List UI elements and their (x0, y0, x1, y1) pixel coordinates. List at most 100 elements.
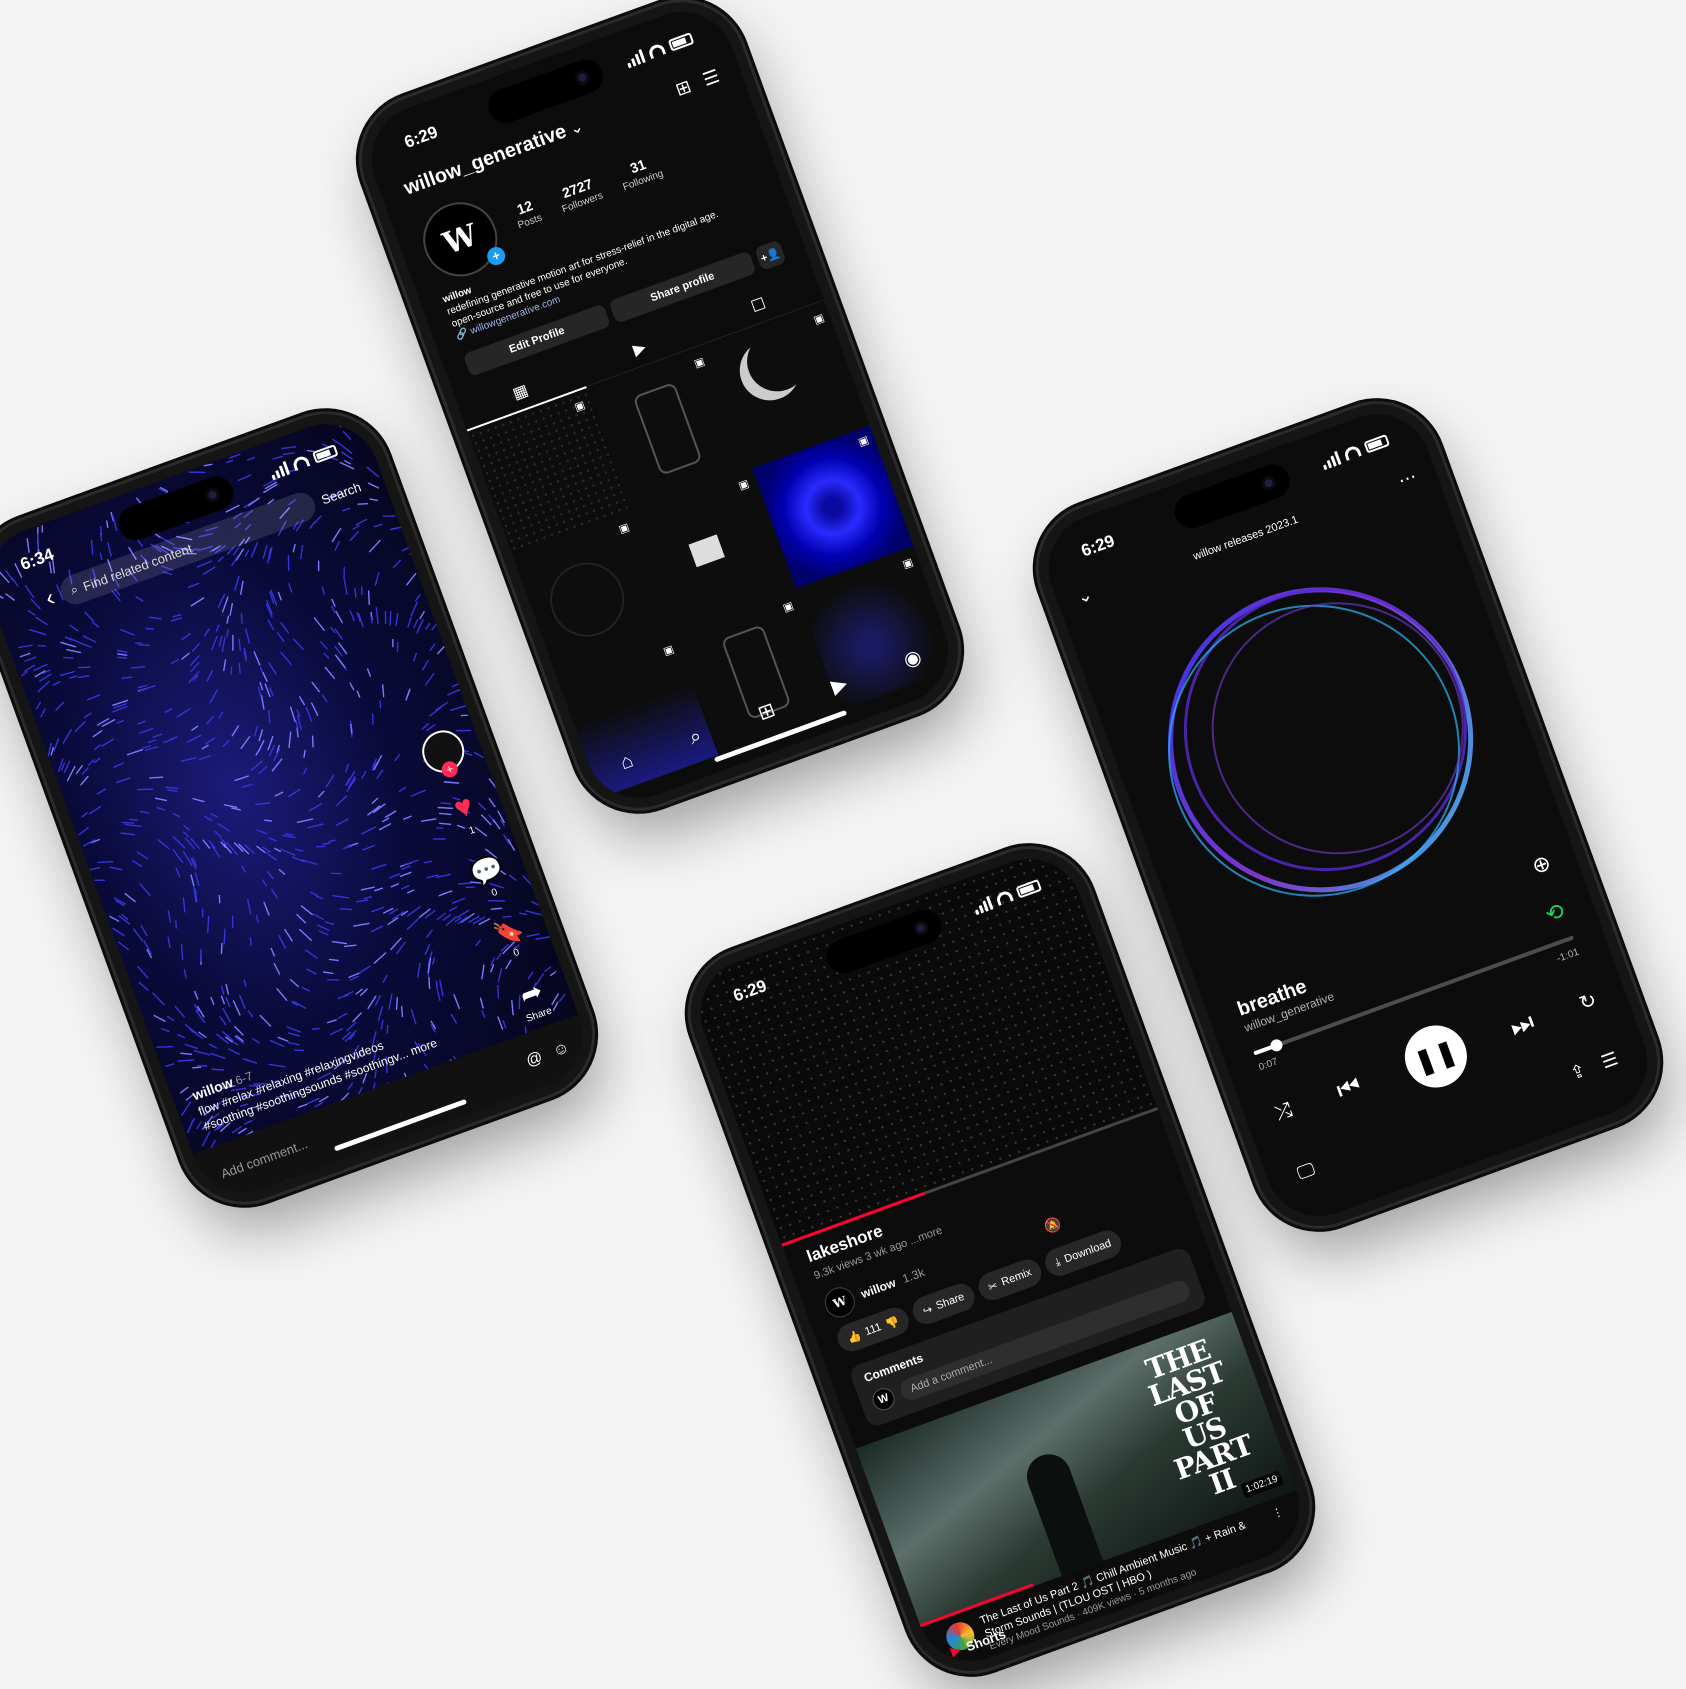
flow-streak (395, 997, 399, 1010)
flow-streak (328, 958, 339, 962)
add-story-icon[interactable]: + (484, 244, 508, 268)
flow-streak (297, 1103, 308, 1109)
flow-streak (428, 976, 431, 990)
channel-avatar[interactable]: W (820, 1283, 860, 1322)
create-post-icon[interactable]: ⊞ (673, 76, 694, 101)
flow-streak (401, 865, 411, 870)
flow-streak (420, 818, 437, 822)
flow-streak (303, 767, 308, 775)
flow-streak (181, 633, 191, 640)
flow-streak (442, 914, 452, 921)
collapse-chevron-icon[interactable]: ⌄ (1074, 584, 1095, 609)
shuffle-icon[interactable]: ⤮ (1272, 1098, 1295, 1125)
flow-streak (174, 1005, 185, 1018)
flow-streak (27, 609, 36, 616)
search-button[interactable]: Search (319, 479, 363, 507)
video-player[interactable] (685, 843, 1158, 1244)
chevron-down-icon[interactable]: ⌄ (567, 118, 585, 139)
flow-streak (139, 883, 151, 897)
elapsed-time: 0:07 (1257, 1056, 1280, 1074)
flow-streak (278, 934, 287, 949)
pause-button[interactable]: ❚❚ (1395, 1016, 1476, 1097)
reel-icon: ▣ (572, 399, 587, 414)
heart-icon[interactable]: ♥ (450, 789, 478, 827)
emoji-icon[interactable]: ☺ (551, 1039, 573, 1062)
comment-icon[interactable]: 💬 (466, 851, 507, 891)
flow-streak (258, 740, 265, 752)
devices-icon[interactable]: 🖵 (1294, 1159, 1317, 1185)
queue-icon[interactable]: ☰ (1599, 1048, 1621, 1073)
search-icon[interactable]: ⌕ (686, 725, 704, 750)
next-icon[interactable]: ⏭ (1506, 1006, 1539, 1044)
menu-icon[interactable]: ☰ (700, 66, 722, 91)
device-connect-icon[interactable]: ⟲ (1542, 898, 1568, 929)
followers-stat[interactable]: 2727 Followers (555, 174, 605, 217)
flow-streak (481, 964, 485, 980)
flow-streak (81, 811, 88, 818)
share-icon[interactable]: ⇪ (1568, 1060, 1589, 1085)
flow-streak (338, 416, 346, 425)
flow-streak (389, 610, 392, 626)
bookmark-icon[interactable]: 🔖 (490, 914, 528, 951)
share-icon[interactable]: ➦ (516, 975, 547, 1012)
flow-streak (225, 504, 240, 513)
flow-streak (320, 641, 328, 650)
flow-streak (370, 925, 383, 933)
flow-streak (232, 1000, 241, 1016)
shorts-icon: ▶ (948, 1641, 964, 1659)
wifi-icon (1342, 444, 1362, 462)
posts-stat[interactable]: 12 Posts (511, 196, 545, 233)
flow-streak (84, 611, 95, 622)
flow-streak (263, 819, 273, 822)
flow-streak (382, 515, 396, 517)
flow-streak (52, 680, 61, 686)
flow-streak (392, 638, 394, 648)
flow-streak (318, 1095, 329, 1103)
reel-icon: ▣ (901, 556, 915, 572)
flow-streak (363, 896, 372, 900)
flow-streak (281, 834, 296, 839)
flow-streak (19, 652, 31, 658)
flow-streak (325, 774, 335, 788)
flow-streak (335, 795, 348, 807)
thumbs-down-icon[interactable]: 👎 (884, 1314, 901, 1331)
at-icon[interactable]: @ (524, 1049, 545, 1071)
home-icon[interactable]: ⌂ (617, 749, 636, 775)
flow-streak (335, 654, 346, 669)
flow-streak (81, 767, 89, 775)
add-person-icon[interactable]: +👤 (754, 239, 787, 271)
flow-streak (243, 650, 247, 662)
remix-icon: ✂ (986, 1279, 1000, 1294)
flow-streak (289, 978, 299, 988)
flow-streak (139, 685, 156, 692)
flow-streak (281, 446, 297, 450)
flow-streak (367, 482, 380, 489)
repeat-icon[interactable]: ↻ (1576, 987, 1600, 1016)
flow-streak (78, 666, 91, 669)
notification-bell-icon[interactable]: 🔕 (1041, 1214, 1063, 1236)
flow-streak (116, 720, 124, 724)
flow-streak (437, 643, 448, 655)
grid-icon: ▦ (510, 381, 531, 403)
battery-icon (1015, 879, 1043, 899)
flow-streak (447, 689, 460, 696)
flow-streak (343, 578, 348, 596)
flow-streak (241, 783, 253, 788)
flow-streak (18, 644, 33, 649)
previous-icon[interactable]: ⏮ (1332, 1069, 1365, 1107)
flow-streak (356, 899, 369, 903)
profile-avatar[interactable]: W + (412, 191, 508, 287)
reels-nav-icon[interactable]: ▶ (828, 671, 851, 700)
flow-streak (226, 629, 229, 637)
flow-streak (225, 459, 234, 464)
flow-streak (342, 507, 351, 512)
flow-streak (382, 684, 385, 698)
more-options-icon[interactable]: ⋯ (1396, 466, 1420, 492)
following-stat[interactable]: 31 Following (616, 152, 666, 195)
more-options-icon[interactable]: ⋮ (1270, 1505, 1295, 1548)
flow-streak (91, 621, 100, 628)
flow-streak (384, 610, 387, 625)
battery-icon (667, 32, 695, 52)
add-to-library-icon[interactable]: ⊕ (1528, 849, 1554, 880)
follow-plus-icon[interactable]: + (439, 759, 460, 780)
